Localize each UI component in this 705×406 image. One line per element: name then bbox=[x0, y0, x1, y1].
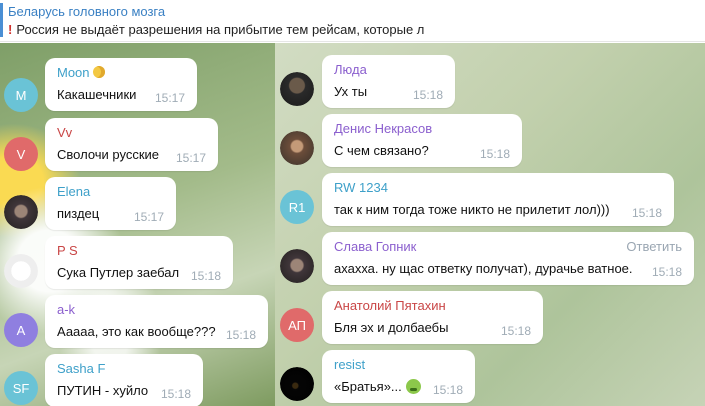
sender-name[interactable]: resist bbox=[334, 357, 463, 373]
sender-name[interactable]: a-k bbox=[57, 302, 256, 318]
avatar[interactable] bbox=[280, 72, 314, 106]
avatar[interactable] bbox=[280, 131, 314, 165]
sender-name[interactable]: Elena bbox=[57, 184, 164, 200]
avatar-initial: A bbox=[16, 322, 26, 338]
avatar[interactable]: M bbox=[4, 78, 38, 112]
avatar-photo bbox=[4, 195, 38, 229]
sender-name[interactable]: Денис Некрасов bbox=[334, 121, 510, 137]
avatar[interactable] bbox=[4, 254, 38, 288]
message-time: 15:18 bbox=[651, 265, 682, 279]
message-text-body: «Братья»... bbox=[334, 379, 402, 394]
avatar-photo bbox=[4, 254, 38, 288]
message-time: 15:18 bbox=[432, 383, 463, 397]
pinned-message-bar[interactable]: Беларусь головного мозга ! Россия не выда… bbox=[0, 0, 705, 42]
message-bubble[interactable]: Vv Сволочи русские 15:17 bbox=[45, 118, 218, 171]
avatar[interactable]: R1 bbox=[280, 190, 314, 224]
message-time: 15:18 bbox=[225, 328, 256, 342]
sender-name[interactable]: P S bbox=[57, 243, 221, 259]
message-bubble[interactable]: Sasha F ПУТИН - хуйло 15:18 bbox=[45, 354, 203, 406]
message-time: 15:18 bbox=[190, 269, 221, 283]
avatar-initial: M bbox=[15, 87, 27, 103]
message-bubble[interactable]: resist «Братья»... 15:18 bbox=[322, 350, 475, 403]
message-time: 15:18 bbox=[500, 324, 531, 338]
exclamation-icon: ! bbox=[8, 22, 13, 37]
avatar-initial: АП bbox=[288, 317, 306, 333]
chat-pane-right[interactable]: Люда Ух ты 15:18 Денис Некрасов С чем св… bbox=[275, 43, 705, 406]
message-bubble[interactable]: a-k Ааааа, это как вообще??? 15:18 bbox=[45, 295, 268, 348]
message-time: 15:18 bbox=[479, 147, 510, 161]
nauseated-face-emoji-icon bbox=[405, 379, 421, 394]
reply-button[interactable]: Ответить bbox=[626, 239, 682, 254]
pinned-message-text: ! Россия не выдаёт разрешения на прибытие… bbox=[8, 22, 448, 37]
avatar-photo bbox=[280, 367, 314, 401]
avatar[interactable]: АП bbox=[280, 308, 314, 342]
avatar-photo bbox=[280, 131, 314, 165]
message-time: 15:17 bbox=[133, 210, 164, 224]
sender-name[interactable]: Sasha F bbox=[57, 361, 191, 377]
avatar-initial: SF bbox=[12, 380, 30, 396]
avatar-photo bbox=[280, 72, 314, 106]
avatar[interactable]: V bbox=[4, 137, 38, 171]
sender-name[interactable]: Vv bbox=[57, 125, 206, 141]
message-time: 15:17 bbox=[175, 151, 206, 165]
avatar-initial: V bbox=[16, 146, 26, 162]
message-bubble[interactable]: P S Сука Путлер заебал 15:18 bbox=[45, 236, 233, 289]
pinned-accent-bar bbox=[0, 3, 3, 37]
avatar[interactable] bbox=[280, 367, 314, 401]
avatar[interactable] bbox=[280, 249, 314, 283]
pinned-text-body: Россия не выдаёт разрешения на прибытие … bbox=[16, 22, 425, 37]
moon-emoji-icon bbox=[92, 66, 105, 78]
avatar-initial: R1 bbox=[288, 199, 306, 215]
message-bubble[interactable]: RW 1234 так к ним тогда тоже никто не пр… bbox=[322, 173, 674, 226]
avatar-photo bbox=[280, 249, 314, 283]
message-text: ахахха. ну щас ответку получат), дурачье… bbox=[334, 261, 633, 276]
sender-name[interactable]: Moon bbox=[57, 65, 185, 81]
avatar[interactable]: A bbox=[4, 313, 38, 347]
message-time: 15:18 bbox=[160, 387, 191, 401]
message-bubble[interactable]: Люда Ух ты 15:18 bbox=[322, 55, 455, 108]
sender-name[interactable]: Анатолий Пятахин bbox=[334, 298, 531, 314]
sender-name[interactable]: Люда bbox=[334, 62, 443, 78]
message-time: 15:17 bbox=[154, 91, 185, 105]
message-bubble[interactable]: Слава Гопник Ответить ахахха. ну щас отв… bbox=[322, 232, 694, 285]
message-time: 15:18 bbox=[631, 206, 662, 220]
sender-name[interactable]: RW 1234 bbox=[334, 180, 662, 196]
message-bubble[interactable]: Moon Какашечники 15:17 bbox=[45, 58, 197, 111]
message-bubble[interactable]: Денис Некрасов С чем связано? 15:18 bbox=[322, 114, 522, 167]
chat-pane-left[interactable]: M Moon Какашечники 15:17 V Vv Сволочи ру… bbox=[0, 43, 275, 406]
avatar[interactable] bbox=[4, 195, 38, 229]
message-text: так к ним тогда тоже никто не прилетит л… bbox=[334, 202, 610, 217]
message-time: 15:18 bbox=[412, 88, 443, 102]
pinned-chat-title: Беларусь головного мозга bbox=[8, 4, 166, 19]
message-bubble[interactable]: Elena пиздец 15:17 bbox=[45, 177, 176, 230]
sender-name-text: Moon bbox=[57, 65, 90, 80]
avatar[interactable]: SF bbox=[4, 371, 38, 405]
message-bubble[interactable]: Анатолий Пятахин Бля эх и долбаебы 15:18 bbox=[322, 291, 543, 344]
